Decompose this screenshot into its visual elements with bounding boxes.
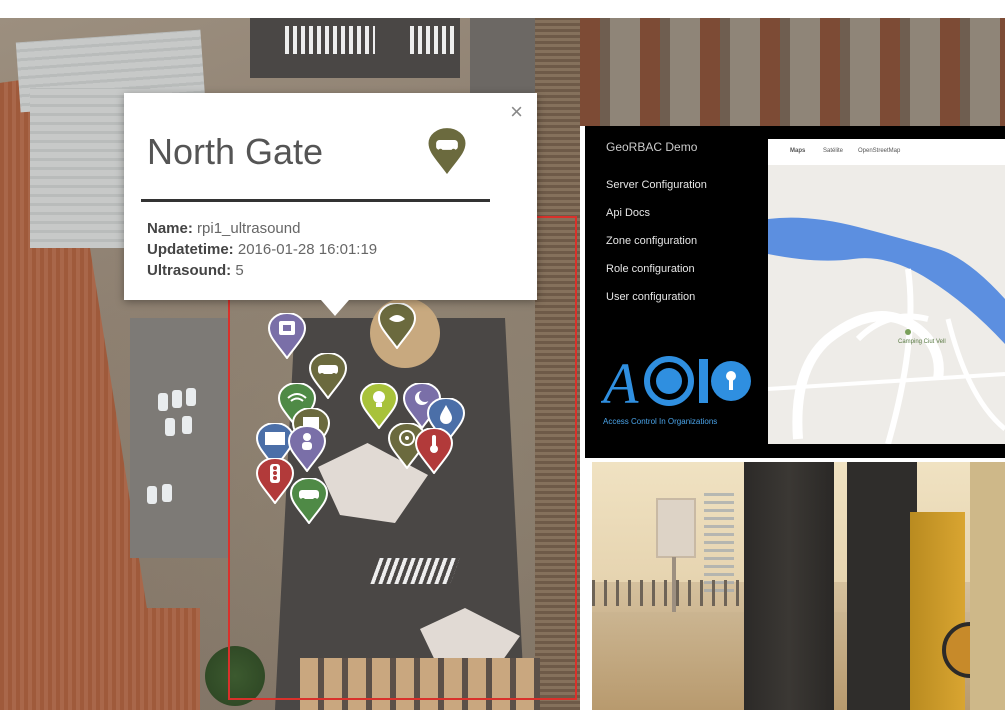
crane	[704, 492, 734, 592]
toll-booth	[300, 658, 540, 710]
parked-car	[165, 418, 175, 436]
map-strip	[580, 18, 1005, 126]
nav-api-docs[interactable]: Api Docs	[606, 207, 650, 219]
popup-field-updatetime: Updatetime: 2016-01-28 16:01:19	[147, 241, 378, 258]
crosswalk	[370, 558, 460, 584]
popup-field-ultrasound: Ultrasound: 5	[147, 262, 244, 279]
water-icon[interactable]	[378, 303, 416, 349]
popup-field-name: Name: rpi1_ultrasound	[147, 220, 301, 237]
logo-subtitle: Access Control In Organizations	[603, 417, 718, 426]
parked-car	[172, 390, 182, 408]
thermometer-icon[interactable]	[415, 428, 453, 474]
nav-server-configuration[interactable]: Server Configuration	[606, 179, 707, 191]
gate-post-dark	[847, 462, 917, 710]
crosswalk	[285, 26, 375, 54]
sidebar: GeoRBAC Demo Server Configuration Api Do…	[585, 126, 765, 458]
parking-lot	[130, 318, 230, 558]
popup-title: North Gate	[147, 131, 324, 172]
printer-icon[interactable]	[268, 313, 306, 359]
sign-post	[656, 498, 696, 558]
georbac-panel: GeoRBAC Demo Server Configuration Api Do…	[585, 126, 1005, 458]
place-label: Camping Ciut Vell	[898, 339, 946, 345]
acio-logo-mark: A	[599, 351, 751, 416]
car-icon	[426, 127, 468, 177]
right-structure	[970, 462, 1005, 710]
nav-role-configuration[interactable]: Role configuration	[606, 263, 695, 275]
acio-logo: A Access Control In Organizations	[599, 351, 751, 426]
mini-map-streets	[768, 217, 1005, 444]
parked-car	[158, 393, 168, 411]
svg-text:A: A	[601, 351, 639, 411]
popup-close-button[interactable]: ×	[510, 101, 523, 123]
nav-zone-configuration[interactable]: Zone configuration	[606, 235, 697, 247]
marker-popup: × North Gate Name: rpi1_ultrasound Updat…	[124, 93, 537, 316]
satellite-map[interactable]: × North Gate Name: rpi1_ultrasound Updat…	[0, 18, 580, 710]
brand-title: GeoRBAC Demo	[606, 140, 698, 154]
yellow-barrier	[910, 512, 965, 710]
popup-divider	[141, 199, 490, 202]
mini-map[interactable]: Maps Satélite OpenStreetMap Camping Ciut…	[768, 139, 1005, 444]
parked-car	[186, 388, 196, 406]
parked-car	[162, 484, 172, 502]
car-icon[interactable]	[290, 478, 328, 524]
fence	[592, 580, 752, 606]
parked-car	[182, 416, 192, 434]
parked-car	[147, 486, 157, 504]
building-roof	[0, 608, 200, 710]
crosswalk	[410, 26, 455, 54]
tree	[205, 646, 265, 706]
gate-post	[744, 462, 834, 710]
traffic-light-icon[interactable]	[256, 458, 294, 504]
rail-track	[535, 18, 580, 710]
nav-user-configuration[interactable]: User configuration	[606, 291, 695, 303]
camera-video-feed	[592, 462, 1005, 710]
